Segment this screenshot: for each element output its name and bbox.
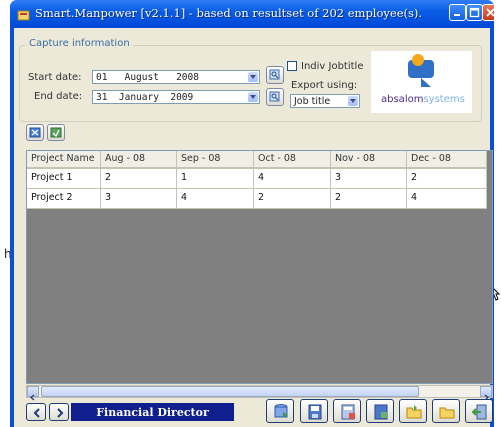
calculator-button[interactable] — [333, 399, 361, 423]
database-export-button[interactable] — [266, 399, 294, 423]
end-date-picker[interactable]: 31 January 2009 — [92, 90, 260, 104]
grid-cell[interactable]: 2 — [331, 189, 407, 209]
table-row[interactable]: Project 1 2 1 4 3 2 — [27, 169, 487, 189]
grid-cell[interactable]: 2 — [254, 189, 331, 209]
grid-cell[interactable]: 4 — [177, 189, 254, 209]
start-date-label: Start date: — [28, 72, 82, 83]
scrollbar-thumb[interactable] — [41, 386, 419, 397]
report-button[interactable] — [366, 399, 394, 423]
end-date-calendar-button[interactable] — [266, 88, 284, 106]
exit-button[interactable] — [465, 399, 493, 423]
grid-cell[interactable]: Project 1 — [27, 169, 101, 189]
table-row[interactable]: Project 2 3 4 2 2 4 — [27, 189, 487, 209]
folder-button[interactable] — [432, 399, 460, 423]
grid-cell[interactable]: Project 2 — [27, 189, 101, 209]
scroll-left-button[interactable] — [27, 386, 39, 401]
indiv-jobtitle-label: Indiv Jobtitle — [301, 61, 364, 72]
scroll-right-button[interactable] — [480, 386, 492, 401]
next-button[interactable] — [49, 403, 69, 421]
title-bar[interactable]: Smart.Manpower [v2.1.1] - based on resul… — [10, 0, 494, 28]
start-date-calendar-button[interactable] — [266, 66, 284, 84]
grid-cell[interactable]: 3 — [331, 169, 407, 189]
start-date-picker[interactable]: 01 August 2008 — [92, 70, 260, 84]
main-window: Smart.Manpower [v2.1.1] - based on resul… — [10, 0, 494, 427]
grid-cell[interactable]: 3 — [101, 189, 177, 209]
export-using-value: Job title — [294, 96, 331, 107]
end-date-label: End date: — [34, 91, 83, 102]
capture-legend: Capture information — [26, 38, 133, 49]
window-client-area: Capture information Start date: 01 Augus… — [14, 28, 493, 427]
end-date-value: 31 January 2009 — [96, 92, 194, 103]
company-logo: absalomsystems — [371, 51, 472, 113]
grid-cell[interactable]: 1 — [177, 169, 254, 189]
chevron-down-icon[interactable] — [348, 96, 358, 106]
export-report-button[interactable] — [47, 124, 65, 141]
grid-cell[interactable]: 2 — [101, 169, 177, 189]
close-button[interactable] — [482, 4, 494, 21]
column-header[interactable]: Dec - 08 — [407, 151, 487, 168]
horizontal-scrollbar[interactable] — [26, 385, 493, 401]
previous-button[interactable] — [26, 403, 46, 421]
project-grid[interactable]: Project Name Aug - 08 Sep - 08 Oct - 08 … — [26, 150, 493, 384]
grid-header-row: Project Name Aug - 08 Sep - 08 Oct - 08 … — [27, 151, 487, 169]
app-icon — [17, 7, 30, 21]
grid-cell[interactable]: 2 — [407, 169, 487, 189]
maximize-button[interactable] — [466, 4, 483, 21]
grid-cell[interactable]: 4 — [254, 169, 331, 189]
logo-wordmark: absalomsystems — [381, 94, 465, 105]
column-header[interactable]: Sep - 08 — [177, 151, 254, 168]
export-excel-button[interactable] — [26, 124, 44, 141]
indiv-jobtitle-checkbox[interactable] — [287, 61, 297, 71]
minimize-button[interactable] — [449, 4, 466, 21]
current-selection-label: Financial Director — [71, 403, 234, 421]
grid-cell[interactable]: 4 — [407, 189, 487, 209]
chevron-down-icon[interactable] — [248, 92, 258, 102]
open-folder-button[interactable] — [399, 399, 427, 423]
export-using-label: Export using: — [291, 80, 358, 91]
column-header[interactable]: Aug - 08 — [101, 151, 177, 168]
window-title: Smart.Manpower [v2.1.1] - based on resul… — [35, 6, 423, 20]
logo-text-accent: systems — [423, 94, 465, 105]
logo-text-main: absalom — [381, 94, 424, 105]
column-header[interactable]: Oct - 08 — [254, 151, 331, 168]
start-date-value: 01 August 2008 — [96, 72, 199, 83]
save-button[interactable] — [300, 399, 328, 423]
export-using-select[interactable]: Job title — [290, 94, 360, 108]
column-header[interactable]: Project Name — [27, 151, 101, 168]
chevron-down-icon[interactable] — [248, 72, 258, 82]
column-header[interactable]: Nov - 08 — [331, 151, 407, 168]
